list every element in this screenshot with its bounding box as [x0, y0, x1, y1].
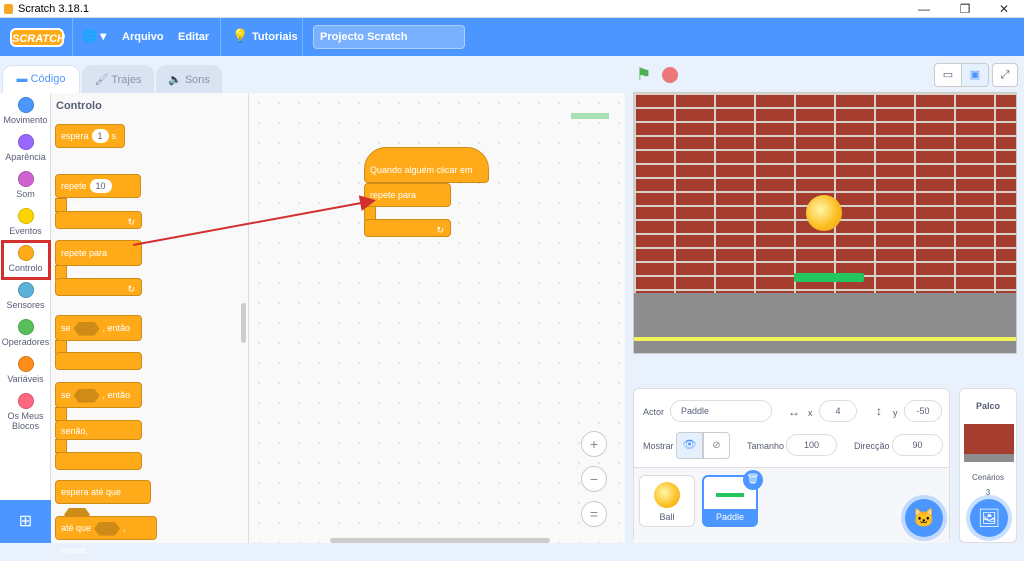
category-label: Variáveis	[7, 374, 44, 384]
paddle-thumbnail	[716, 493, 744, 497]
category-label: Controlo	[8, 263, 43, 273]
category-label: Movimento	[3, 115, 48, 125]
category-aparência[interactable]: Aparência	[0, 134, 51, 162]
large-stage-button[interactable]: ▣	[961, 63, 989, 87]
cat-icon: 🐱	[912, 508, 936, 528]
green-flag-button[interactable]: ⚑	[636, 65, 651, 85]
category-label: Sensores	[6, 300, 45, 310]
choose-sprite-button[interactable]: 🐱	[905, 499, 943, 537]
category-color-icon	[17, 171, 34, 187]
category-controlo[interactable]: Controlo	[0, 245, 51, 273]
show-label: Mostrar	[643, 441, 674, 451]
category-color-icon	[17, 245, 34, 261]
backdrops-label: Cenários	[971, 473, 1004, 482]
backdrops-count: 3	[985, 488, 991, 497]
zoom-out-button[interactable]: −	[581, 466, 607, 492]
stop-button[interactable]	[662, 67, 678, 83]
image-icon: 🖼	[977, 508, 1001, 528]
category-label: Aparência	[5, 152, 46, 162]
road-line	[634, 337, 1016, 341]
sprite-name-input[interactable]: Paddle	[670, 400, 772, 422]
category-color-icon	[17, 282, 34, 298]
y-input[interactable]: -50	[904, 400, 942, 422]
category-som[interactable]: Som	[0, 171, 51, 199]
brick-wall-backdrop	[634, 93, 1016, 293]
fullscreen-button[interactable]: ⤢	[992, 63, 1018, 87]
category-os-meus-blocos[interactable]: Os Meus Blocos	[0, 393, 51, 431]
size-input[interactable]: 100	[786, 434, 837, 456]
category-operadores[interactable]: Operadores	[0, 319, 51, 347]
category-color-icon	[17, 208, 34, 224]
category-label: Eventos	[9, 226, 42, 236]
backdrop-thumbnail	[964, 424, 1014, 462]
category-eventos[interactable]: Eventos	[0, 208, 51, 236]
sprite-name: Paddle	[704, 509, 756, 525]
ball-sprite[interactable]	[806, 195, 842, 231]
direction-input[interactable]: 90	[892, 434, 943, 456]
road-ground	[634, 293, 1016, 353]
category-label: Som	[16, 189, 35, 199]
x-label: x	[808, 408, 813, 418]
zoom-reset-button[interactable]: =	[581, 501, 607, 527]
category-color-icon	[17, 356, 34, 372]
category-sensores[interactable]: Sensores	[0, 282, 51, 310]
sprite-name-label: Actor	[643, 407, 665, 417]
x-input[interactable]: 4	[819, 400, 857, 422]
category-color-icon	[17, 134, 34, 150]
category-label: Operadores	[1, 337, 50, 347]
horizontal-arrows-icon: ↔	[788, 405, 800, 419]
vertical-arrows-icon: ↕	[876, 404, 882, 418]
show-visible-button[interactable]: 👁	[676, 432, 703, 459]
hide-button[interactable]: ⊘	[703, 432, 730, 459]
category-variáveis[interactable]: Variáveis	[0, 356, 51, 384]
direction-label: Direcção	[854, 441, 890, 451]
stage-canvas[interactable]	[633, 92, 1017, 354]
category-label: Os Meus Blocos	[7, 411, 44, 431]
category-color-icon	[17, 393, 34, 409]
y-label: y	[893, 408, 898, 418]
category-color-icon	[17, 97, 34, 113]
paddle-sprite[interactable]	[794, 273, 864, 282]
sprite-tile-ball[interactable]: Ball	[639, 475, 695, 527]
zoom-in-button[interactable]: +	[581, 431, 607, 457]
sprite-name: Ball	[659, 512, 675, 522]
delete-sprite-icon[interactable]: 🗑	[743, 470, 763, 490]
ball-thumbnail	[654, 482, 680, 508]
category-movimento[interactable]: Movimento	[0, 97, 51, 125]
choose-backdrop-button[interactable]: 🖼	[970, 499, 1008, 537]
size-label: Tamanho	[747, 441, 785, 451]
small-stage-button[interactable]: ▭	[934, 63, 962, 87]
stage-label: Palco	[975, 401, 1000, 411]
category-color-icon	[17, 319, 34, 335]
